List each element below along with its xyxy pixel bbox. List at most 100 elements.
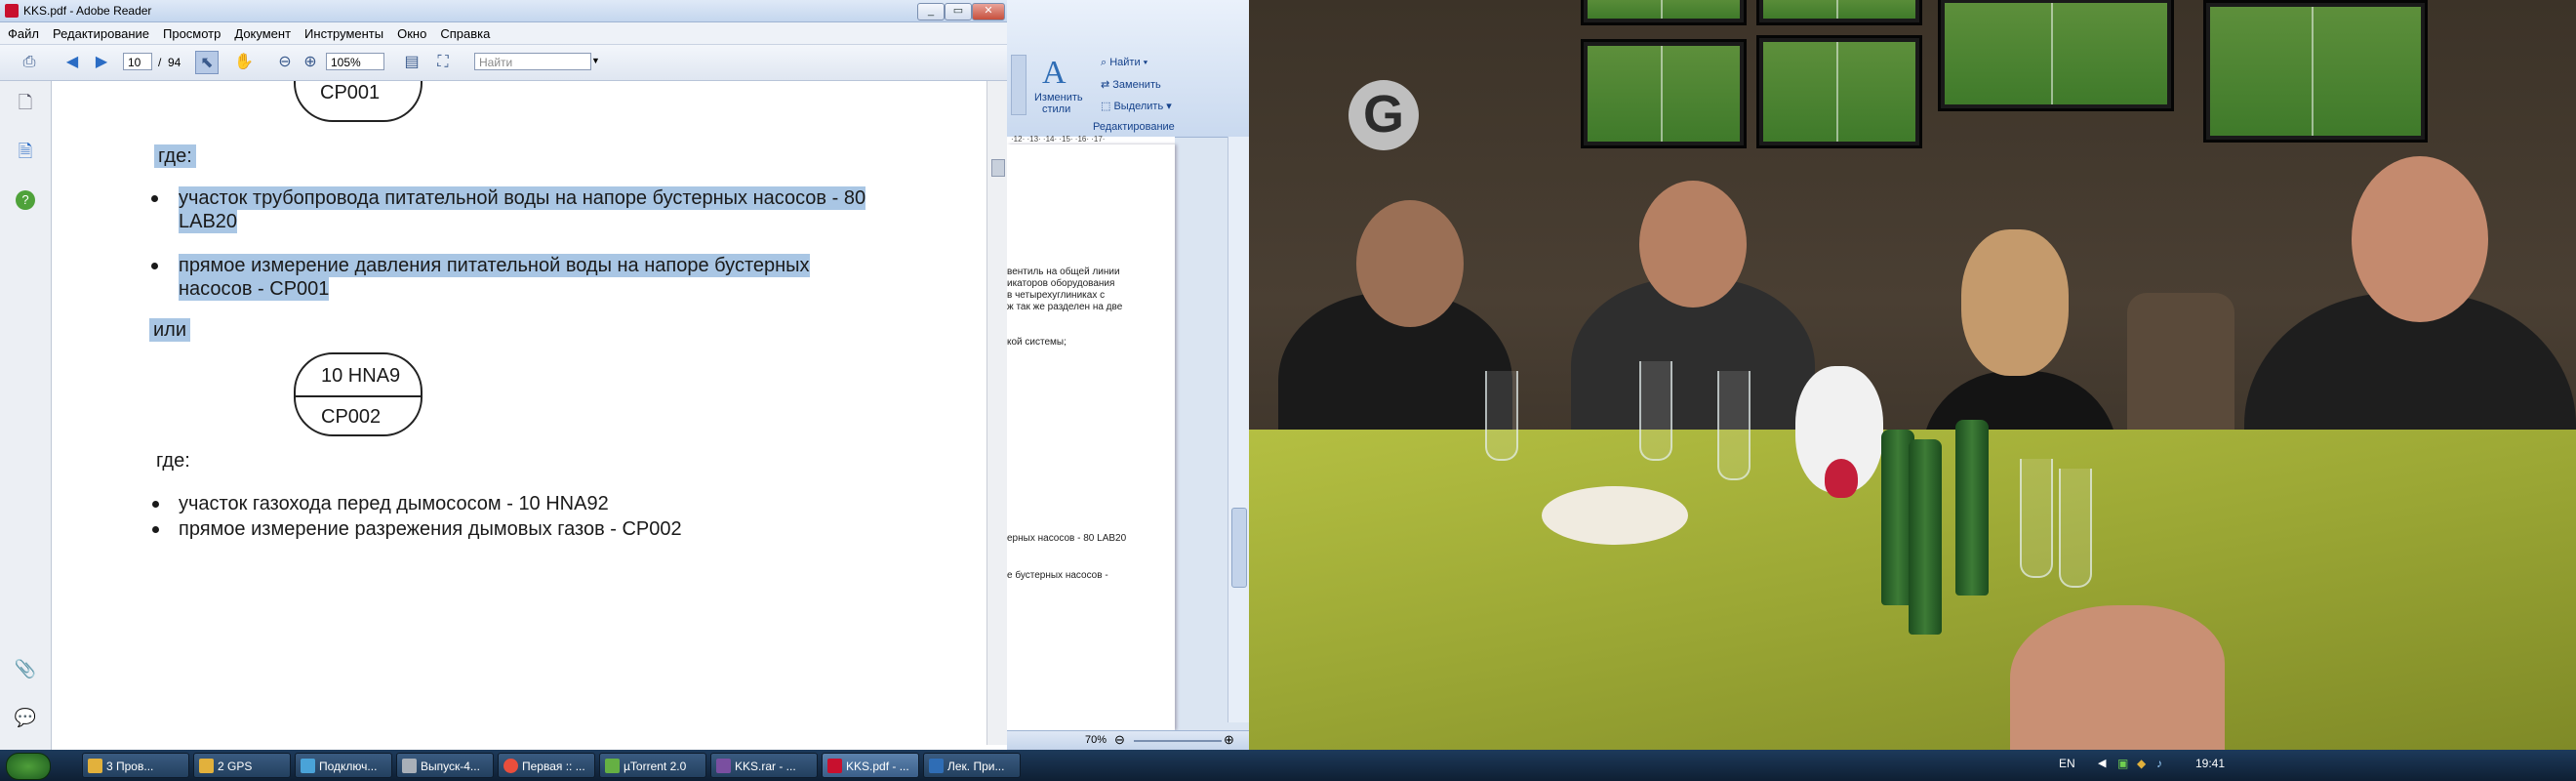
toolbar: ⎙ ◀ ▶ 10 / 94 ⬉ ✋ ⊖ ⊕ 105% ▤ ⛶ Найти ▼ xyxy=(0,45,1007,81)
taskbar-item[interactable]: Выпуск-4... xyxy=(396,753,494,778)
select-label[interactable]: Выделить xyxy=(1113,101,1163,112)
taskbar-item-label: KKS.rar - ... xyxy=(735,760,796,773)
glass xyxy=(2059,469,2092,588)
paperclip-icon[interactable]: 📎 xyxy=(14,657,37,680)
word-scrollbar[interactable] xyxy=(1228,137,1249,722)
taskbar-item[interactable]: Подключ... xyxy=(295,753,392,778)
taskbar-item[interactable]: µTorrent 2.0 xyxy=(599,753,706,778)
archive-icon xyxy=(716,759,731,773)
word-text-line: ж так же разделен на две xyxy=(1007,302,1123,312)
word-window: A Изменить стили ⌕ Найти ▾ ⇄ Заменить ⬚ … xyxy=(1007,0,1249,750)
tray-icon-network[interactable]: ▣ xyxy=(2117,757,2128,770)
zoom-select[interactable]: 105% xyxy=(326,53,384,70)
menu-edit[interactable]: Редактирование xyxy=(45,22,155,41)
menu-document[interactable]: Документ xyxy=(226,22,297,41)
taskbar-item-label: 3 Пров... xyxy=(106,760,154,773)
menu-help[interactable]: Справка xyxy=(432,22,496,41)
person-woman-head xyxy=(1961,229,2069,376)
taskbar-item[interactable]: 3 Пров... xyxy=(82,753,189,778)
language-indicator[interactable]: EN xyxy=(2059,757,2075,770)
replace-label[interactable]: Заменить xyxy=(1112,79,1160,91)
tv-screen xyxy=(1581,39,1747,148)
document-view[interactable]: CP001 где: участок трубопровода питатель… xyxy=(52,81,986,745)
word-text-line: в четырехуглиниках с xyxy=(1007,290,1106,301)
word-text-line: е бустерных насосов - xyxy=(1007,570,1108,581)
taskbar-item-active[interactable]: KKS.pdf - ... xyxy=(822,753,919,778)
select-tool-icon[interactable]: ⬉ xyxy=(195,51,219,74)
next-page-icon[interactable]: ▶ xyxy=(90,51,113,74)
zoom-out-icon[interactable]: ⊖ xyxy=(273,51,297,74)
video-frame: G xyxy=(1249,0,2576,750)
page-number-input[interactable]: 10 xyxy=(123,53,152,70)
taskbar-item-label: Лек. При... xyxy=(947,760,1005,773)
maximize-button[interactable]: ▭ xyxy=(945,3,972,21)
word-page[interactable]: вентиль на общей линии икаторов оборудов… xyxy=(1007,144,1175,730)
person-second-head xyxy=(1639,181,1747,308)
help-icon[interactable]: ? xyxy=(16,190,35,210)
replace-button[interactable]: ⇄ Заменить xyxy=(1101,78,1161,91)
taskbar-item[interactable]: 2 GPS xyxy=(193,753,291,778)
menu-window[interactable]: Окно xyxy=(389,22,432,41)
scroll-thumb[interactable] xyxy=(991,159,1005,177)
clock[interactable]: 19:41 xyxy=(2195,757,2225,770)
search-dropdown-icon[interactable]: ▼ xyxy=(591,56,600,65)
start-button[interactable] xyxy=(6,753,51,780)
fit-width-icon[interactable]: ⛶ xyxy=(431,51,455,74)
search-input[interactable]: Найти xyxy=(474,53,591,70)
change-styles-label-1[interactable]: Изменить xyxy=(1034,92,1083,103)
tray-icon-volume[interactable]: ♪ xyxy=(2156,757,2162,770)
ribbon-scroll[interactable] xyxy=(1011,55,1026,115)
page-separator: / xyxy=(158,56,162,69)
taskbar-item[interactable]: Лек. При... xyxy=(923,753,1021,778)
bullet-1-line2: LAB20 xyxy=(179,210,238,233)
print-icon[interactable]: ⎙ xyxy=(18,51,41,74)
taskbar-item-label: µTorrent 2.0 xyxy=(624,760,687,773)
foreground-hand xyxy=(2010,605,2225,750)
change-styles-label-2[interactable]: стили xyxy=(1042,103,1070,115)
select-button[interactable]: ⬚ Выделить ▾ xyxy=(1101,100,1172,112)
tv-screen xyxy=(1581,0,1747,25)
zoom-in-icon[interactable]: ⊕ xyxy=(299,51,322,74)
zoom-in-icon[interactable]: ⊕ xyxy=(1224,732,1234,748)
vertical-scrollbar[interactable] xyxy=(986,81,1007,745)
taskbar-item-label: 2 GPS xyxy=(218,760,253,773)
hand-tool-icon[interactable]: ✋ xyxy=(232,51,256,74)
person-left-head xyxy=(1356,200,1464,327)
bottle xyxy=(1955,420,1989,596)
change-styles-icon[interactable]: A xyxy=(1042,55,1067,92)
menu-view[interactable]: Просмотр xyxy=(155,22,226,41)
network-icon xyxy=(301,759,315,773)
bullet-dot xyxy=(151,263,158,269)
word-text-line: кой системы; xyxy=(1007,337,1067,348)
where-label-1: где: xyxy=(154,144,196,168)
glass xyxy=(1639,361,1672,461)
taskbar-item-label: KKS.pdf - ... xyxy=(846,760,909,773)
fit-page-icon[interactable]: ▤ xyxy=(400,51,423,74)
bullet-3: участок газохода перед дымососом - 10 HN… xyxy=(179,493,609,514)
find-button[interactable]: ⌕ Найти ▾ xyxy=(1101,57,1147,69)
folder-icon xyxy=(88,759,102,773)
taskbar-item[interactable]: Первая :: ... xyxy=(498,753,595,778)
comments-icon[interactable]: 💬 xyxy=(14,706,37,729)
previous-page-icon[interactable]: ◀ xyxy=(60,51,84,74)
taskbar-item-label: Первая :: ... xyxy=(522,760,585,773)
tray-expand-icon[interactable]: ◀ xyxy=(2098,757,2106,769)
attachments-panel-icon[interactable]: 🗎 xyxy=(14,140,37,163)
menu-tools[interactable]: Инструменты xyxy=(297,22,389,41)
word-ribbon: A Изменить стили ⌕ Найти ▾ ⇄ Заменить ⬚ … xyxy=(1007,0,1249,138)
zoom-slider[interactable] xyxy=(1134,740,1222,742)
taskbar-item-label: Подключ... xyxy=(319,760,378,773)
ruler-marks: ·12· ·13· ·14· ·15· ·16· ·17· xyxy=(1011,135,1106,144)
tray-icon-shield[interactable]: ◆ xyxy=(2137,757,2146,770)
taskbar-item[interactable]: KKS.rar - ... xyxy=(710,753,818,778)
pages-icon[interactable]: 🗋 xyxy=(14,91,37,114)
word-scroll-thumb[interactable] xyxy=(1231,508,1247,588)
bullet-dot xyxy=(152,501,159,508)
find-label[interactable]: Найти xyxy=(1109,57,1140,68)
minimize-button[interactable]: _ xyxy=(917,3,945,21)
kks-box-bottom-text: CP002 xyxy=(321,406,382,428)
close-button[interactable]: ✕ xyxy=(972,3,1005,21)
zoom-out-icon[interactable]: ⊖ xyxy=(1114,732,1125,748)
pdf-icon xyxy=(827,759,842,773)
menu-file[interactable]: Файл xyxy=(0,22,45,41)
